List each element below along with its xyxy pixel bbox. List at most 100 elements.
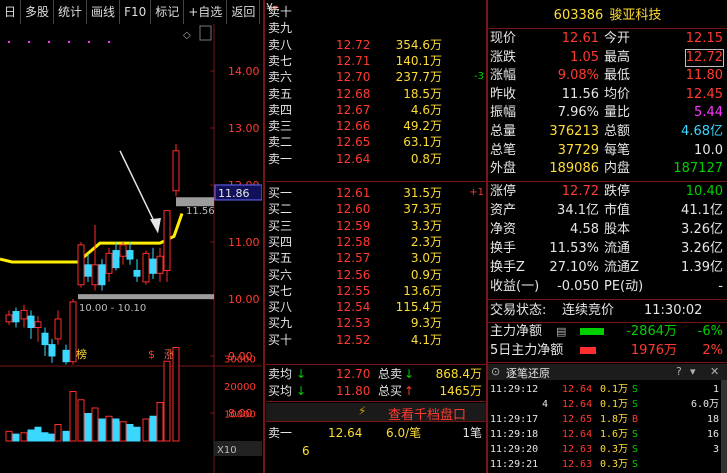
trade-row: 11:29:21 12.63 0.3万 S [488, 458, 727, 472]
volume-bar [119, 421, 127, 442]
volume-bar [84, 413, 92, 442]
sell-level-row[interactable]: 卖二 12.65 63.1万 [266, 134, 486, 150]
sell-level-row[interactable]: 卖三 12.66 49.2万 [266, 118, 486, 134]
level-volume: 0.9万 [410, 267, 442, 282]
fundamental-label: 换手Z [490, 260, 525, 275]
sell-level-row[interactable]: 卖八 12.72 354.6万 [266, 37, 486, 53]
five-day-net-row[interactable]: 5日主力净额 1976万 2% [488, 343, 727, 359]
buy-level-row[interactable]: 买一 12.61 31.5万 +1 [266, 185, 486, 201]
trade-price: 12.63 [562, 444, 593, 455]
depth-link-row[interactable]: ⚡ 查看千档盘口 [266, 403, 486, 423]
level-label: 卖八 [268, 37, 293, 52]
toolbar-button-2[interactable]: 统计 [54, 0, 88, 24]
trade-status-value: 连续竞价 [562, 303, 615, 318]
toolbar-button-7[interactable]: 返回 [227, 0, 261, 24]
trade-volume: 0.1万 [600, 384, 629, 395]
trade-volume: 0.1万 [600, 399, 629, 410]
quote-row: 昨收 11.56 均价 12.45 [488, 87, 727, 103]
buy-level-row[interactable]: 买九 12.53 9.3万 [266, 315, 486, 331]
candle-body [98, 264, 106, 286]
quote-value: 12.61 [561, 31, 599, 46]
bottom-sub-row: 6 [266, 443, 486, 459]
buy-level-row[interactable]: 买八 12.54 115.4万 [266, 299, 486, 315]
total-buy-arrow-icon: ↑ [404, 384, 415, 398]
volume-bar [62, 430, 70, 442]
help-icon[interactable]: ? [676, 365, 682, 378]
level-price: 12.52 [336, 332, 371, 347]
dropdown-icon[interactable]: ▾ [690, 365, 696, 378]
quote-row: 涨幅 9.08% 最低 11.80 [488, 68, 727, 84]
sell-avg-arrow-icon: ↓ [296, 367, 307, 381]
fundamental-value: 1.39亿 [681, 260, 723, 275]
fundamental-label: 流通 [604, 241, 631, 256]
level-label: 卖七 [268, 53, 293, 68]
sell-level-row[interactable]: 卖一 12.64 0.8万 [266, 151, 486, 167]
kline-chart[interactable]: ◇14.0013.0012.0011.0010.009.008.0011.861… [0, 24, 262, 473]
buy-level-row[interactable]: 买二 12.60 37.3万 [266, 201, 486, 217]
trade-volume: 0.3万 [600, 444, 629, 455]
quote-row: 外盘 189086 内盘 187127 [488, 161, 727, 177]
sell-level-row[interactable]: 卖七 12.71 140.1万 [266, 53, 486, 69]
trade-price: 12.64 [562, 429, 593, 440]
volume-bar [105, 415, 113, 442]
toolbar-button-3[interactable]: 画线 [87, 0, 121, 24]
buy-avg-value: 11.80 [336, 384, 371, 398]
quote-label: 振幅 [490, 105, 517, 121]
toolbar-button-4[interactable]: F10 [120, 0, 152, 24]
level-price: 12.66 [336, 119, 371, 134]
quote-value: 376213 [549, 124, 599, 139]
main-net-row[interactable]: 主力净额 ▤ -2864万 -6% [488, 324, 727, 340]
trade-volume: 1.8万 [600, 414, 629, 425]
bottom-level-count: 1笔 [462, 426, 482, 440]
quote-label: 最高 [604, 49, 631, 65]
total-buy-label: 总买 [378, 384, 403, 398]
level-label: 卖五 [268, 86, 293, 101]
bottom-sub-value: 6 [302, 444, 310, 458]
trade-time: 11:29:12 [490, 384, 539, 395]
volume-bar [77, 399, 85, 442]
buy-level-row[interactable]: 买七 12.55 13.6万 [266, 283, 486, 299]
trades-header[interactable]: ⊙ 逐笔还原? ▾ ✕ [488, 364, 727, 380]
volume-bar [172, 347, 180, 442]
toolbar-button-0[interactable]: 日 [0, 0, 22, 24]
sell-level-row[interactable]: 卖四 12.67 4.6万 [266, 102, 486, 118]
volume-tick-label: 20000 [224, 382, 256, 393]
candle-body [105, 252, 113, 274]
level-price: 12.65 [336, 135, 371, 150]
quote-label: 量比 [604, 105, 631, 121]
close-icon[interactable]: ✕ [710, 365, 719, 378]
buy-level-row[interactable]: 买五 12.57 3.0万 [266, 250, 486, 266]
toolbar-button-5[interactable]: 标记 [151, 0, 185, 24]
sell-level-row[interactable]: 卖十 [266, 4, 486, 20]
order-book: 卖十 卖九 卖八 12.72 354.6万 卖七 12.71 140.1万 卖六 12.70 237… [266, 0, 486, 473]
toolbar-button-1[interactable]: 多股 [21, 0, 55, 24]
volume-bar [34, 426, 42, 442]
level-price: 12.59 [336, 218, 371, 233]
sell-level-row[interactable]: 卖六 12.70 237.7万 -3 [266, 69, 486, 85]
candle-body [119, 244, 127, 257]
fundamental-label: 净资 [490, 222, 517, 237]
buy-level-row[interactable]: 买三 12.59 3.3万 [266, 218, 486, 234]
level-change: +1 [469, 187, 484, 198]
quote-value: 9.08% [557, 68, 599, 84]
trades-toggle-icon[interactable]: ⊙ [491, 365, 500, 378]
sell-level-row[interactable]: 卖五 12.68 18.5万 [266, 86, 486, 102]
level-price: 12.71 [336, 53, 371, 68]
main-net-value: -2864万 [626, 324, 677, 339]
level-price: 12.67 [336, 102, 371, 117]
quote-value: 187127 [673, 161, 723, 177]
trade-price: 12.64 [562, 384, 593, 395]
quote-label: 今开 [604, 31, 631, 46]
quote-label: 内盘 [604, 161, 631, 177]
level-volume: 9.3万 [410, 316, 442, 331]
buy-level-row[interactable]: 买六 12.56 0.9万 [266, 267, 486, 283]
trades-scrollbar[interactable] [721, 380, 727, 473]
level-volume: 31.5万 [403, 186, 442, 200]
buy-level-row[interactable]: 买四 12.58 2.3万 [266, 234, 486, 250]
buy-level-row[interactable]: 买十 12.52 4.1万 [266, 332, 486, 348]
stock-header[interactable]: 603386 骏亚科技 [488, 4, 727, 26]
book-divider [266, 364, 486, 365]
trade-volume: 1.6万 [600, 429, 629, 440]
sell-level-row[interactable]: 卖九 [266, 20, 486, 36]
toolbar-button-6[interactable]: +自选 [184, 0, 228, 24]
